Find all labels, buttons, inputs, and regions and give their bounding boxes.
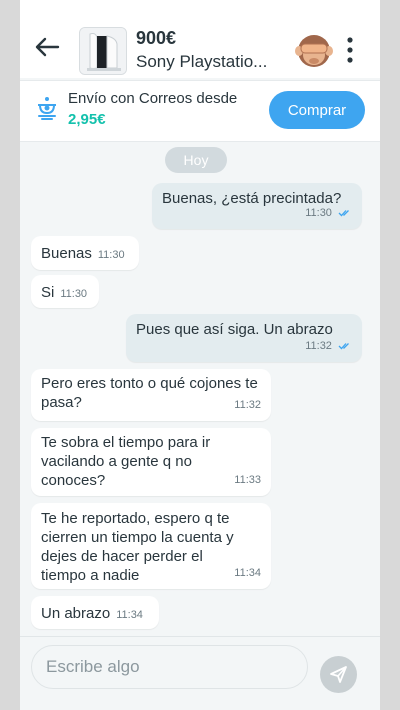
message-meta: 11:30 [305, 204, 352, 223]
double-check-icon [338, 343, 349, 350]
chat-screen: 900€ Sony Playstatio... Envío con Correo… [20, 0, 380, 710]
message-incoming[interactable]: Si 11:30 [31, 275, 99, 308]
message-time: 11:30 [305, 207, 332, 219]
message-incoming[interactable]: Te he reportado, espero q te cierren un … [31, 503, 271, 589]
message-incoming[interactable]: Te sobra el tiempo para ir vacilando a g… [31, 428, 271, 496]
message-text: Te sobra el tiempo para ir vacilando a g… [41, 434, 211, 489]
message-time: 11:32 [305, 340, 332, 352]
shipping-text: Envío con Correos desde [68, 90, 238, 107]
message-time: 11:34 [116, 609, 143, 621]
playstation-console-image [80, 28, 126, 74]
shipping-price: 2,95€ [68, 111, 106, 128]
message-time: 11:30 [97, 249, 125, 261]
message-text: Buenas [41, 245, 92, 262]
send-button[interactable] [320, 656, 357, 693]
message-time: 11:32 [234, 399, 261, 411]
message-outgoing[interactable]: Pues que así siga. Un abrazo 11:32 [126, 314, 362, 362]
correos-post-horn-icon [38, 97, 56, 120]
message-time: 11:34 [234, 567, 261, 579]
message-text: Te he reportado, espero q te cierren un … [41, 510, 234, 584]
message-incoming[interactable]: Un abrazo 11:34 [31, 596, 159, 629]
message-incoming[interactable]: Buenas 11:30 [31, 236, 139, 270]
product-price: 900€ [136, 28, 177, 48]
product-title[interactable]: Sony Playstatio... [136, 52, 296, 72]
message-time: 11:30 [60, 288, 88, 300]
arrow-left-icon[interactable] [30, 30, 64, 64]
product-thumbnail[interactable] [79, 27, 127, 75]
see-no-evil-monkey-icon [295, 35, 333, 67]
message-outgoing[interactable]: Buenas, ¿está precintada? 11:30 [152, 183, 362, 229]
message-meta: 11:32 [305, 337, 352, 356]
user-avatar[interactable] [293, 28, 335, 70]
send-icon [330, 666, 347, 683]
message-text: Un abrazo [41, 605, 111, 622]
message-time: 11:33 [234, 474, 261, 486]
message-incoming[interactable]: Pero eres tonto o qué cojones te pasa? 1… [31, 369, 271, 421]
double-check-icon [338, 210, 349, 217]
message-text: Si [41, 284, 55, 301]
buy-button[interactable]: Comprar [269, 91, 365, 129]
message-text: Pero eres tonto o qué cojones te pasa? [41, 375, 258, 411]
day-separator: Hoy [165, 147, 227, 173]
message-input[interactable]: Escribe algo [31, 645, 308, 689]
more-vertical-icon[interactable] [342, 36, 358, 64]
